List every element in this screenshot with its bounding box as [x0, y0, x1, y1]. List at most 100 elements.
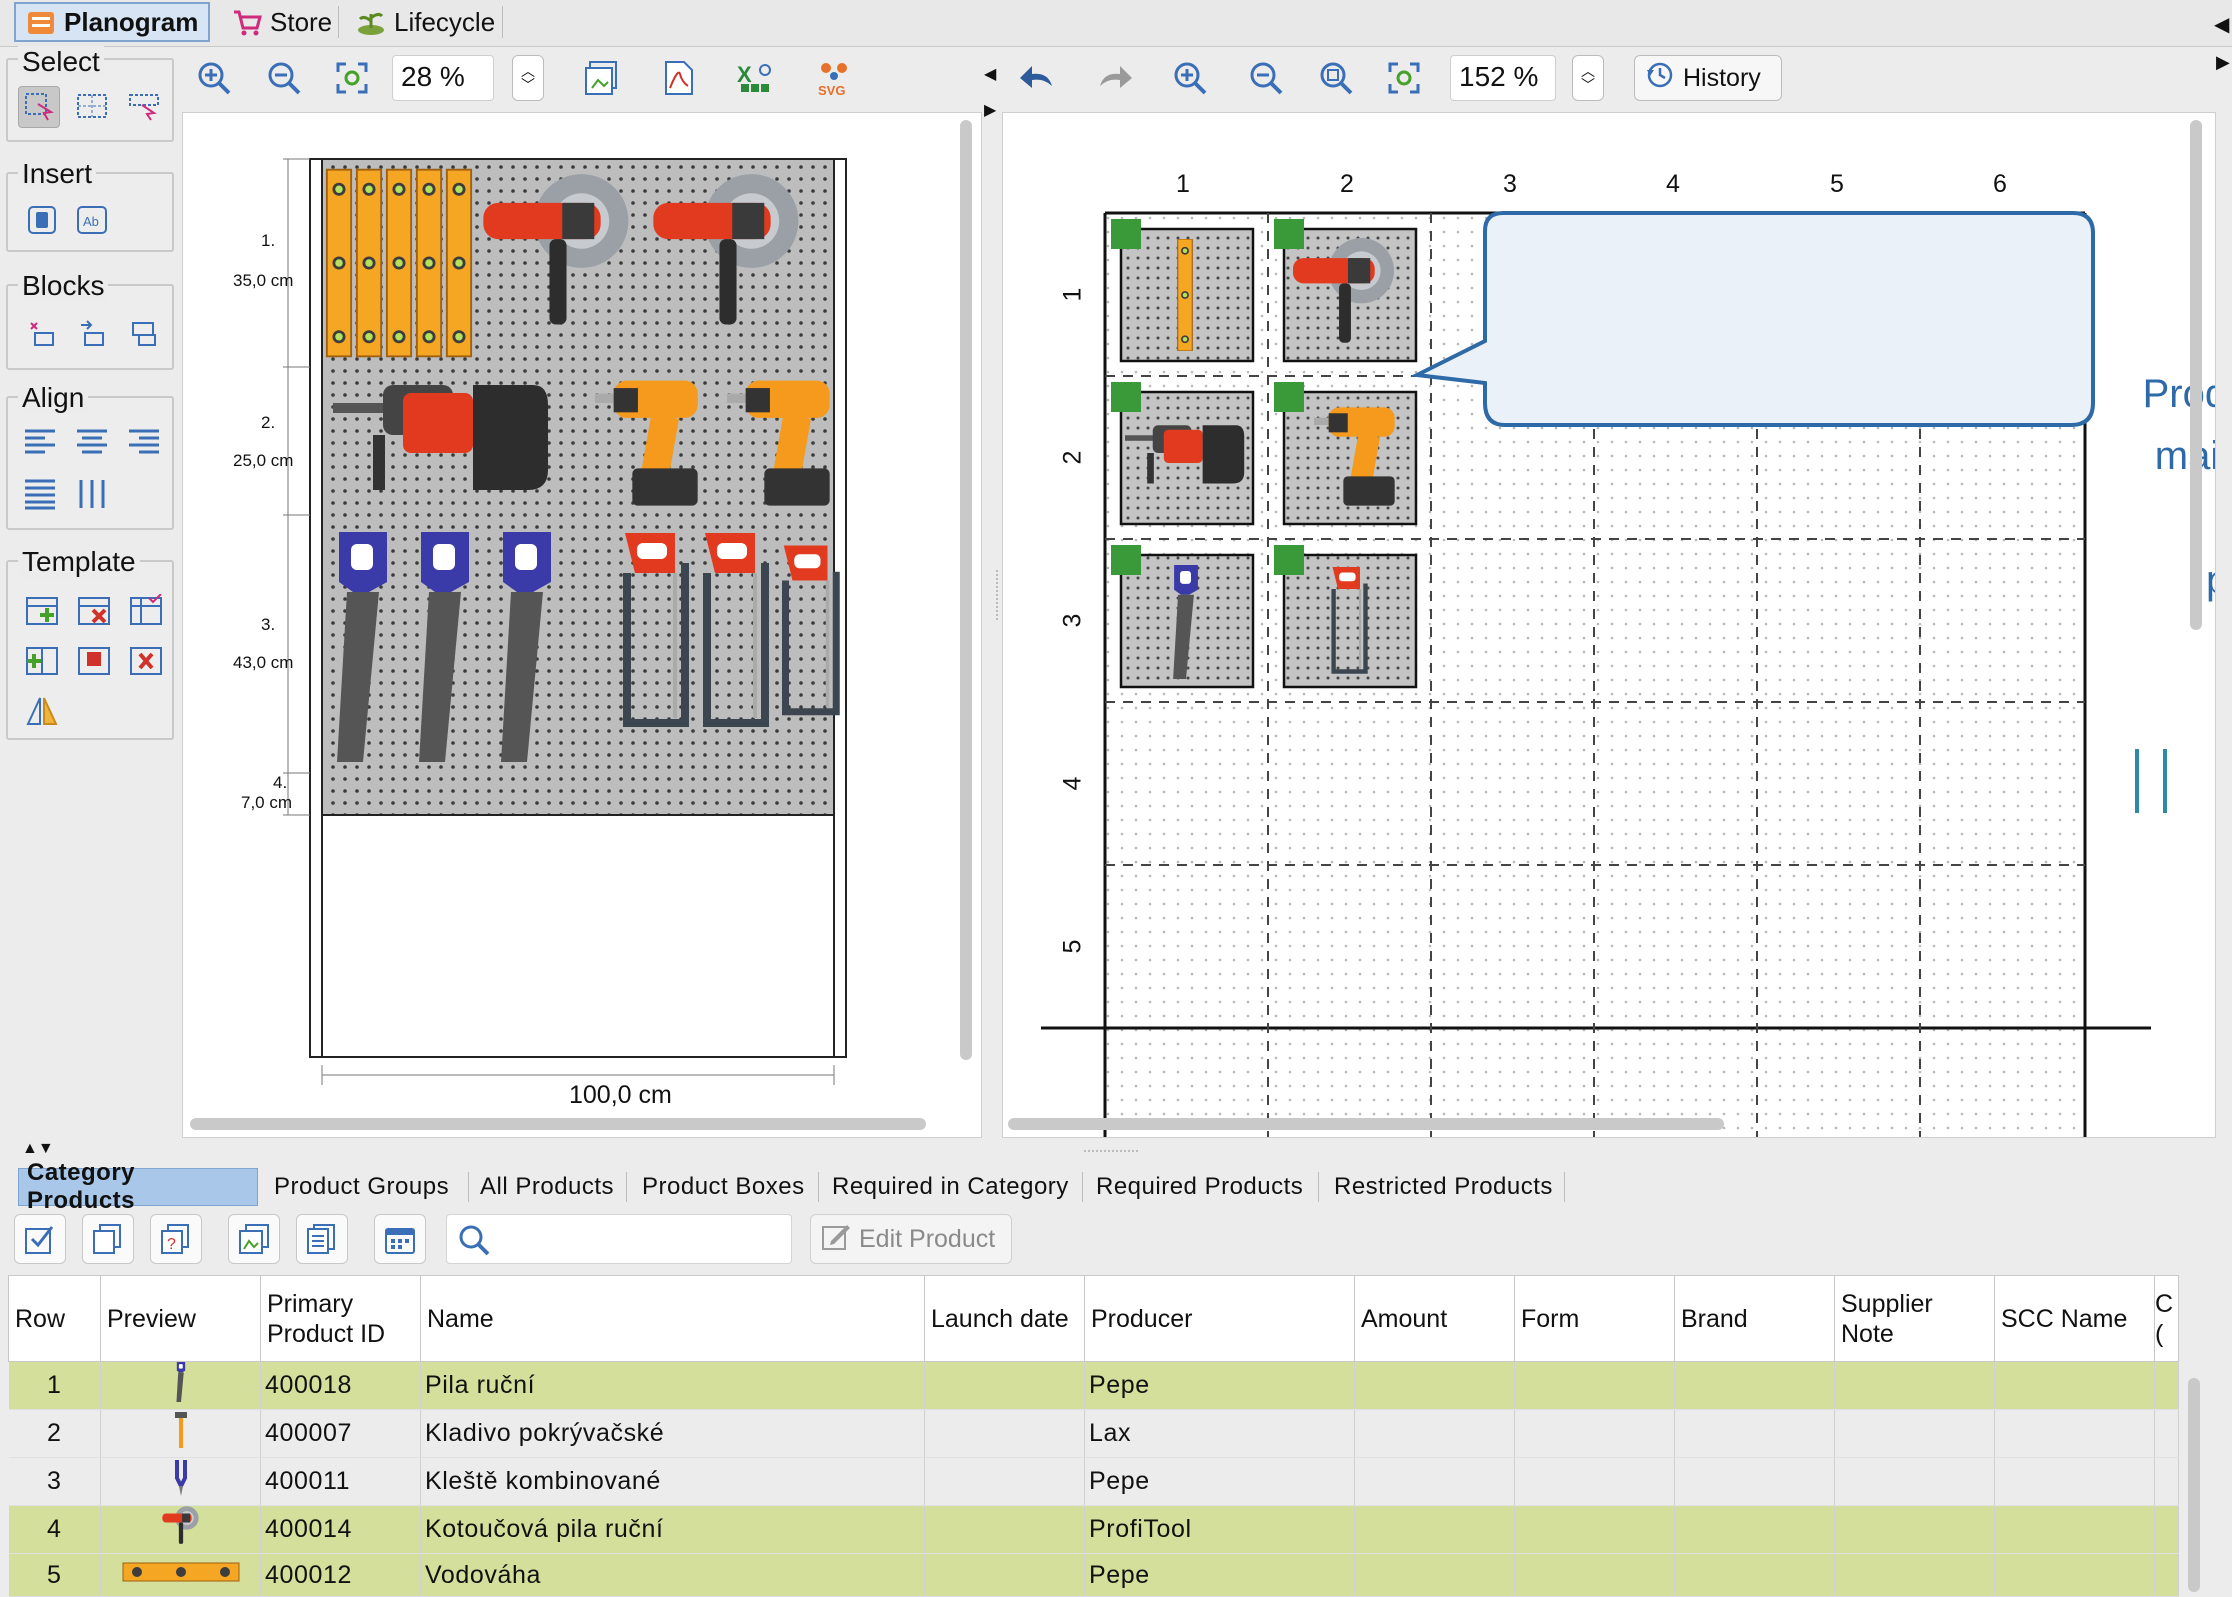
product-image-button[interactable] — [228, 1214, 280, 1264]
right-zoom-field[interactable]: 152 % — [1450, 55, 1556, 101]
tab-required-products[interactable]: Required Products — [1088, 1168, 1314, 1206]
grid-column-label: 6 — [1993, 170, 2007, 198]
tab-restricted-products[interactable]: Restricted Products — [1326, 1168, 1562, 1206]
export-pdf-icon[interactable] — [656, 56, 700, 100]
left-zoom-field[interactable]: 28 % — [392, 55, 494, 101]
column-header[interactable]: Supplier Note — [1834, 1275, 1995, 1362]
column-header[interactable]: Amount — [1354, 1275, 1515, 1362]
grid-vertical-scrollbar[interactable] — [2190, 120, 2202, 630]
column-header[interactable]: Form — [1514, 1275, 1675, 1362]
tab-store[interactable]: Store — [222, 2, 334, 42]
product-search-box[interactable] — [446, 1214, 792, 1264]
tab-all-products[interactable]: All Products — [472, 1168, 624, 1206]
table-row[interactable]: 5 400012 Vodováha Pepe — [8, 1553, 2179, 1597]
align-justify-icon[interactable] — [20, 474, 60, 514]
table-row[interactable]: 4 400014 Kotoučová pila ruční ProfiTool — [8, 1505, 2179, 1554]
planogram-view[interactable]: 1. 35,0 cm 2. 25,0 cm 3. 43,0 cm 4. 7,0 … — [182, 112, 982, 1138]
export-excel-icon[interactable]: X — [734, 56, 778, 100]
zoom-actual-icon[interactable] — [1314, 56, 1358, 100]
unknown-products-button[interactable]: ? — [150, 1214, 202, 1264]
column-header[interactable]: Primary Product ID — [260, 1275, 421, 1362]
template-check-icon[interactable] — [126, 590, 166, 630]
tab-product-boxes[interactable]: Product Boxes — [634, 1168, 814, 1206]
splitter-up-down-icon[interactable]: ▲▼ — [22, 1140, 54, 1158]
block-move-button[interactable] — [72, 314, 112, 354]
collapse-left-arrow-icon[interactable]: ◀ — [984, 64, 996, 84]
select-row-button[interactable] — [124, 86, 164, 126]
zoom-in-icon[interactable] — [192, 56, 236, 100]
template-delete-row-icon[interactable] — [126, 640, 166, 680]
template-remove-icon[interactable] — [74, 590, 114, 630]
history-icon — [1645, 60, 1675, 97]
block-add-button[interactable] — [22, 314, 62, 354]
tab-category-products[interactable]: Category Products — [18, 1159, 258, 1214]
align-center-icon[interactable] — [72, 422, 112, 462]
column-header[interactable]: Producer — [1084, 1275, 1355, 1362]
align-left-icon[interactable] — [20, 422, 60, 462]
right-zoom-stepper[interactable]: ︿ ﹀ — [1572, 55, 1604, 101]
copy-button[interactable] — [82, 1214, 134, 1264]
template-add-icon[interactable] — [22, 590, 62, 630]
grid-product-cell — [1274, 219, 1418, 363]
search-input[interactable] — [497, 1221, 787, 1259]
right-fit-screen-icon[interactable] — [1382, 56, 1426, 100]
column-header[interactable]: SCC Name — [1994, 1275, 2155, 1362]
collapse-arrow-icon[interactable]: ◀ — [2214, 12, 2229, 37]
shelf-number: 4. — [273, 773, 288, 792]
column-header[interactable]: Preview — [100, 1275, 261, 1362]
undo-icon[interactable] — [1016, 56, 1060, 100]
fit-to-screen-icon[interactable] — [330, 56, 374, 100]
planogram-horizontal-scrollbar[interactable] — [190, 1118, 926, 1130]
redo-icon[interactable] — [1092, 56, 1136, 100]
export-image-icon[interactable] — [580, 56, 624, 100]
align-right-icon[interactable] — [124, 422, 164, 462]
splitter-grip[interactable] — [1084, 1150, 1138, 1152]
right-collapse-arrow-icon[interactable]: ▶ — [2216, 52, 2230, 73]
tab-required-in-category[interactable]: Required in Category — [824, 1168, 1080, 1206]
history-button[interactable]: History — [1634, 55, 1782, 101]
column-header[interactable]: Name — [420, 1275, 925, 1362]
grid-canvas — [1041, 211, 2167, 1137]
grid-view[interactable]: Product images are mainly used in the cr… — [1002, 112, 2216, 1138]
calendar-button[interactable] — [374, 1214, 426, 1264]
select-all-button[interactable] — [14, 1214, 66, 1264]
planogram-vertical-scrollbar[interactable] — [960, 120, 972, 1060]
template-add-row-icon[interactable] — [22, 640, 62, 680]
row-number: 4 — [8, 1505, 101, 1554]
grid-horizontal-scrollbar[interactable] — [1008, 1118, 1724, 1130]
table-row[interactable]: 1 400018 Pila ruční Pepe — [8, 1361, 2179, 1410]
zoom-out-icon[interactable] — [262, 56, 306, 100]
insert-text-button[interactable]: Ab — [72, 200, 112, 240]
tab-planogram[interactable]: Planogram — [14, 2, 210, 42]
tab-label: Planogram — [64, 6, 199, 37]
product-name: Pila ruční — [420, 1361, 925, 1410]
insert-product-button[interactable] — [22, 200, 62, 240]
export-svg-icon[interactable]: SVG — [812, 56, 856, 100]
width-label: 100,0 cm — [569, 1081, 672, 1109]
table-row[interactable]: 2 400007 Kladivo pokrývačské Lax — [8, 1409, 2179, 1458]
edit-product-button[interactable]: Edit Product — [810, 1214, 1012, 1264]
template-mirror-icon[interactable] — [22, 690, 62, 730]
tab-lifecycle[interactable]: Lifecycle — [346, 2, 498, 42]
product-list-button[interactable] — [296, 1214, 348, 1264]
collapse-right-arrow-icon[interactable]: ▶ — [984, 100, 996, 120]
align-columns-icon[interactable] — [72, 474, 112, 514]
column-header[interactable]: Row — [8, 1275, 101, 1362]
template-delete-cell-icon[interactable] — [74, 640, 114, 680]
column-header[interactable]: Brand — [1674, 1275, 1835, 1362]
left-zoom-stepper[interactable]: ︿ ﹀ — [512, 55, 544, 101]
tab-product-groups[interactable]: Product Groups — [266, 1168, 466, 1206]
right-zoom-in-icon[interactable] — [1168, 56, 1212, 100]
grid-product-cell — [1111, 219, 1255, 363]
shelf-height: 43,0 cm — [233, 653, 294, 672]
column-header[interactable]: C ( — [2154, 1275, 2179, 1362]
select-grid-button[interactable] — [72, 86, 112, 126]
block-edit-button[interactable] — [124, 314, 164, 354]
right-zoom-out-icon[interactable] — [1244, 56, 1288, 100]
column-header[interactable]: Launch date — [924, 1275, 1085, 1362]
top-tab-bar: Planogram Store Lifecycle ◀ — [0, 0, 2232, 47]
product-level-image — [325, 168, 473, 358]
table-vertical-scrollbar[interactable] — [2188, 1378, 2200, 1592]
select-arrow-button[interactable] — [18, 86, 60, 128]
table-row[interactable]: 3 400011 Kleště kombinované Pepe — [8, 1457, 2179, 1506]
